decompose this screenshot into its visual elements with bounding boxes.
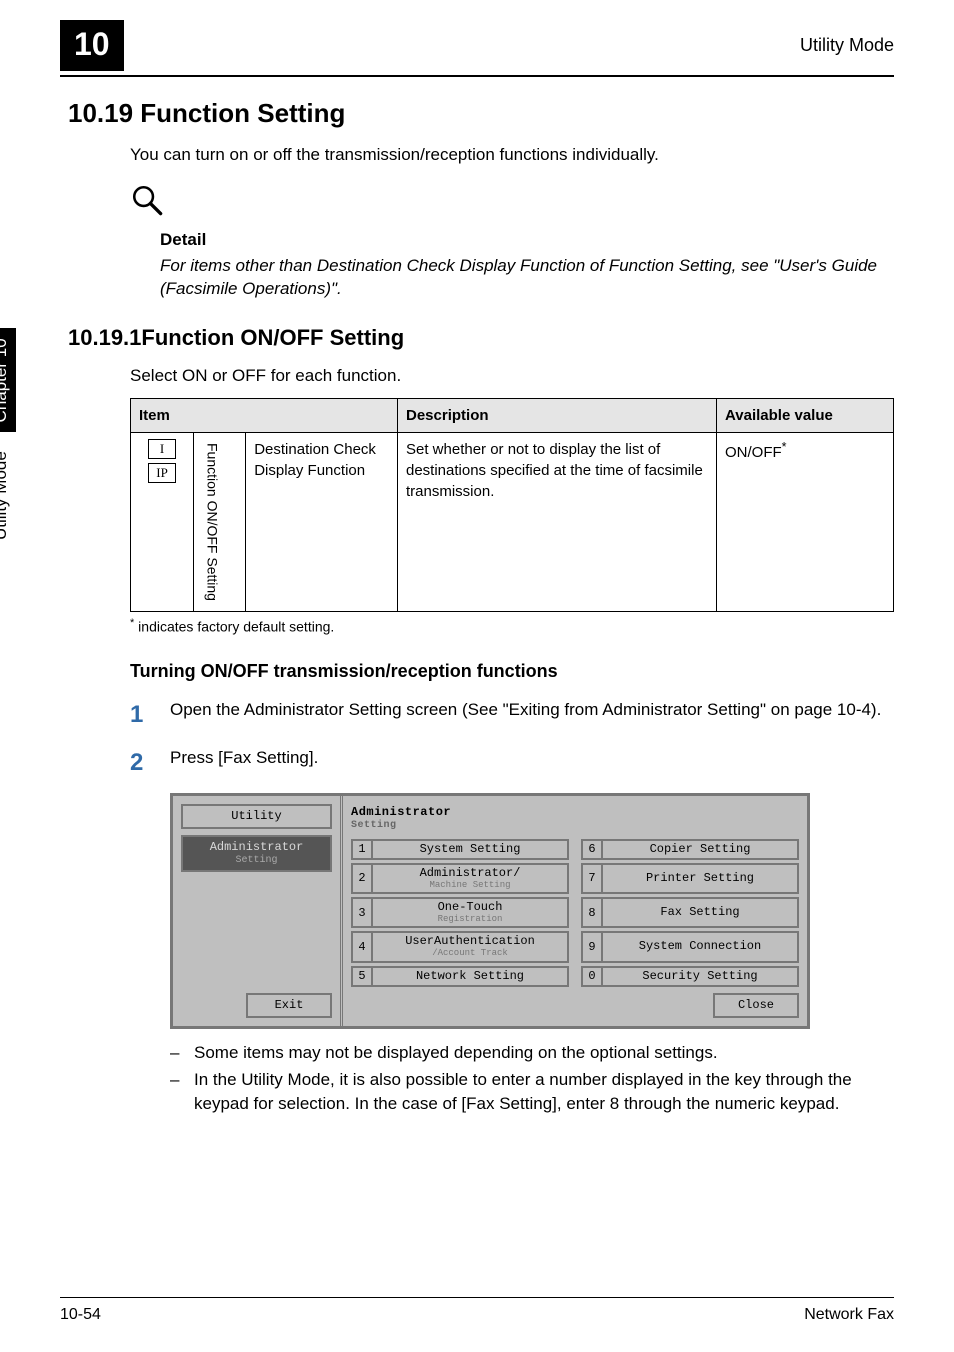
note-text-1: Some items may not be displayed dependin… — [194, 1041, 718, 1065]
btn-label: Network Setting — [373, 966, 569, 987]
close-button[interactable]: Close — [713, 993, 799, 1018]
btn-num: 4 — [351, 931, 373, 962]
btn-num: 3 — [351, 897, 373, 928]
step-text-1: Open the Administrator Setting screen (S… — [170, 698, 894, 722]
btn-num: 8 — [581, 897, 603, 928]
btn-label: UserAuthentication /Account Track — [373, 931, 569, 962]
btn-num: 6 — [581, 839, 603, 860]
admin-setting-tab[interactable]: Administrator Setting — [181, 835, 332, 872]
note-text-2: In the Utility Mode, it is also possible… — [194, 1068, 894, 1116]
footnote-text: indicates factory default setting. — [134, 618, 334, 634]
side-tab-plain: Utility Mode — [0, 451, 10, 540]
printer-setting-button[interactable]: 7 Printer Setting — [581, 863, 799, 894]
item-name: Destination Check Display Function — [246, 432, 398, 611]
screenshot-header: Administrator Setting — [351, 804, 799, 833]
utility-tab[interactable]: Utility — [181, 804, 332, 829]
btn-label: Printer Setting — [603, 863, 799, 894]
btn-label: One-Touch Registration — [373, 897, 569, 928]
user-auth-button[interactable]: 4 UserAuthentication /Account Track — [351, 931, 569, 962]
exit-button[interactable]: Exit — [246, 993, 332, 1018]
admin-tab-sub: Setting — [189, 854, 324, 868]
item-description: Set whether or not to display the list o… — [398, 432, 717, 611]
admin-machine-setting-button[interactable]: 2 Administrator/ Machine Setting — [351, 863, 569, 894]
th-available: Available value — [717, 398, 894, 432]
btn-label: Copier Setting — [603, 839, 799, 860]
fax-setting-button[interactable]: 8 Fax Setting — [581, 897, 799, 928]
note-1: – Some items may not be displayed depend… — [170, 1041, 894, 1065]
note-2: – In the Utility Mode, it is also possib… — [170, 1068, 894, 1116]
item-available: ON/OFF* — [717, 432, 894, 611]
subsection-heading: 10.19.1Function ON/OFF Setting — [68, 323, 894, 354]
dash-icon: – — [170, 1068, 194, 1116]
detail-label: Detail — [160, 228, 894, 252]
side-tab: Utility Mode Chapter 10 — [0, 328, 16, 540]
btn-label: Fax Setting — [603, 897, 799, 928]
dash-icon: – — [170, 1041, 194, 1065]
th-item: Item — [131, 398, 398, 432]
step-1: 1 Open the Administrator Setting screen … — [130, 698, 894, 732]
btn-label: Security Setting — [603, 966, 799, 987]
available-marker: * — [782, 440, 787, 454]
step-number-1: 1 — [130, 698, 170, 732]
btn-num: 1 — [351, 839, 373, 860]
scr-header-sub: Setting — [351, 819, 799, 833]
btn-num: 9 — [581, 931, 603, 962]
subsection-intro: Select ON or OFF for each function. — [130, 364, 894, 388]
admin-tab-main: Administrator — [210, 840, 304, 854]
table-row: I IP Function ON/OFF Setting Destination… — [131, 432, 894, 611]
btn-label: System Connection — [603, 931, 799, 962]
network-setting-button[interactable]: 5 Network Setting — [351, 966, 569, 987]
footnote: * indicates factory default setting. — [130, 616, 894, 637]
side-tab-boxed: Chapter 10 — [0, 328, 16, 432]
btn-num: 7 — [581, 863, 603, 894]
step-2: 2 Press [Fax Setting]. — [130, 746, 894, 780]
header-rule — [60, 75, 894, 77]
vertical-label: Function ON/OFF Setting — [202, 439, 222, 605]
step-number-2: 2 — [130, 746, 170, 780]
one-touch-registration-button[interactable]: 3 One-Touch Registration — [351, 897, 569, 928]
security-setting-button[interactable]: 0 Security Setting — [581, 966, 799, 987]
scr-header-main: Administrator — [351, 805, 451, 819]
page-number: 10-54 — [60, 1304, 101, 1326]
magnifier-icon — [130, 183, 164, 224]
system-setting-button[interactable]: 1 System Setting — [351, 839, 569, 860]
btn-label: System Setting — [373, 839, 569, 860]
chapter-badge: 10 — [60, 20, 124, 71]
footer-title: Network Fax — [804, 1304, 894, 1326]
copier-setting-button[interactable]: 6 Copier Setting — [581, 839, 799, 860]
icon-ip: IP — [148, 463, 176, 483]
btn-num: 2 — [351, 863, 373, 894]
section-heading: 10.19 Function Setting — [68, 95, 894, 131]
system-connection-button[interactable]: 9 System Connection — [581, 931, 799, 962]
btn-label: Administrator/ Machine Setting — [373, 863, 569, 894]
btn-num: 0 — [581, 966, 603, 987]
available-plain: ON/OFF — [725, 444, 782, 461]
admin-setting-screenshot: Utility Administrator Setting Exit Admin… — [170, 793, 810, 1028]
detail-text: For items other than Destination Check D… — [160, 254, 894, 302]
btn-num: 5 — [351, 966, 373, 987]
section-intro: You can turn on or off the transmission/… — [130, 143, 894, 167]
icon-i: I — [148, 439, 176, 459]
running-header-title: Utility Mode — [800, 33, 894, 58]
procedure-heading: Turning ON/OFF transmission/reception fu… — [130, 659, 894, 684]
spec-table: Item Description Available value I IP Fu… — [130, 398, 894, 612]
th-description: Description — [398, 398, 717, 432]
step-text-2: Press [Fax Setting]. — [170, 746, 894, 770]
